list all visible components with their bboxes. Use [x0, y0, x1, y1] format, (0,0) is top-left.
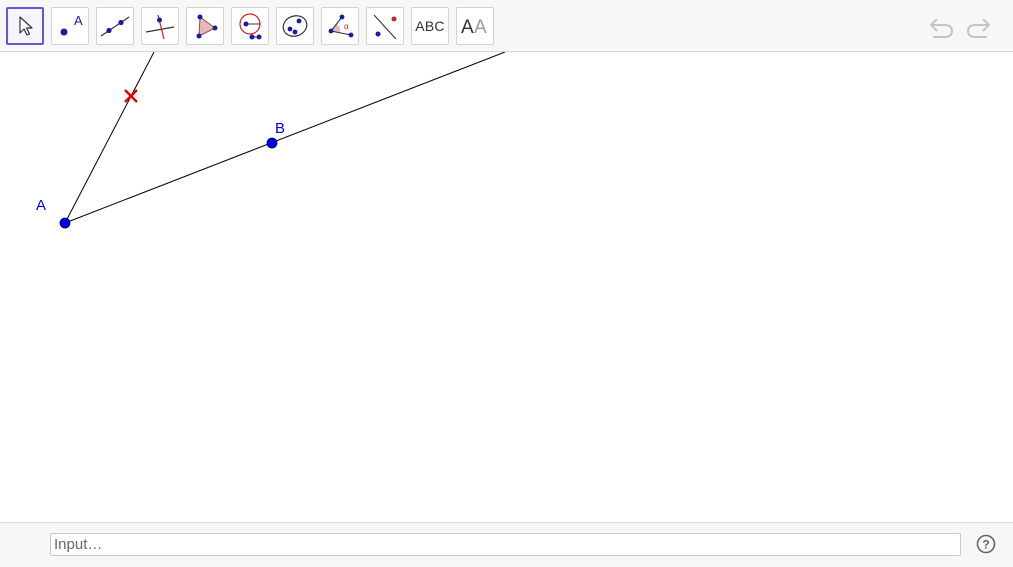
- undo-button[interactable]: [926, 12, 958, 42]
- algebra-input[interactable]: [50, 533, 961, 556]
- polygon-tool-button[interactable]: [186, 7, 224, 45]
- perpendicular-line-tool-button[interactable]: [141, 7, 179, 45]
- svg-text:A: A: [474, 17, 487, 38]
- line-through-points-icon: [100, 16, 130, 37]
- text-style-icon: A A: [461, 17, 487, 38]
- point-a[interactable]: [59, 217, 71, 229]
- style-tool-button[interactable]: A A: [456, 7, 494, 45]
- redo-button[interactable]: [962, 12, 994, 42]
- svg-text:A: A: [461, 17, 474, 38]
- redo-icon: [967, 18, 990, 38]
- point-b-label: B: [275, 120, 285, 137]
- ellipse-icon: [282, 15, 308, 37]
- undo-icon: [930, 18, 953, 38]
- line-tool-button[interactable]: [96, 7, 134, 45]
- angle-tool-button[interactable]: α: [321, 7, 359, 45]
- point-a-label: A: [36, 197, 46, 214]
- text-tool-label: ABC: [415, 18, 445, 34]
- perpendicular-line-icon: [145, 14, 175, 40]
- toolbar: A α ABC A A: [0, 0, 1013, 52]
- polygon-icon: [196, 14, 218, 39]
- circle-tool-button[interactable]: [231, 7, 269, 45]
- conic-tool-button[interactable]: [276, 7, 314, 45]
- angle-icon: α: [328, 14, 354, 38]
- svg-text:?: ?: [982, 538, 989, 552]
- point-icon: A: [60, 13, 83, 36]
- cursor-arrow-icon: [19, 16, 33, 36]
- point-b[interactable]: [266, 137, 278, 149]
- help-icon[interactable]: ?: [976, 534, 996, 554]
- move-tool-button[interactable]: [6, 7, 44, 45]
- reflect-about-line-icon: [373, 14, 397, 40]
- line-ab[interactable]: [64, 52, 506, 224]
- reflect-tool-button[interactable]: [366, 7, 404, 45]
- input-bar: ?: [0, 522, 1013, 567]
- line-through-a[interactable]: [64, 52, 155, 224]
- cross-marker[interactable]: [124, 89, 138, 103]
- point-tool-button[interactable]: A: [51, 7, 89, 45]
- text-tool-button[interactable]: ABC: [411, 7, 449, 45]
- circle-center-point-icon: [239, 13, 262, 40]
- point-tool-label: A: [74, 13, 83, 28]
- graphics-view[interactable]: A B: [0, 52, 1013, 522]
- angle-tool-label: α: [344, 22, 349, 31]
